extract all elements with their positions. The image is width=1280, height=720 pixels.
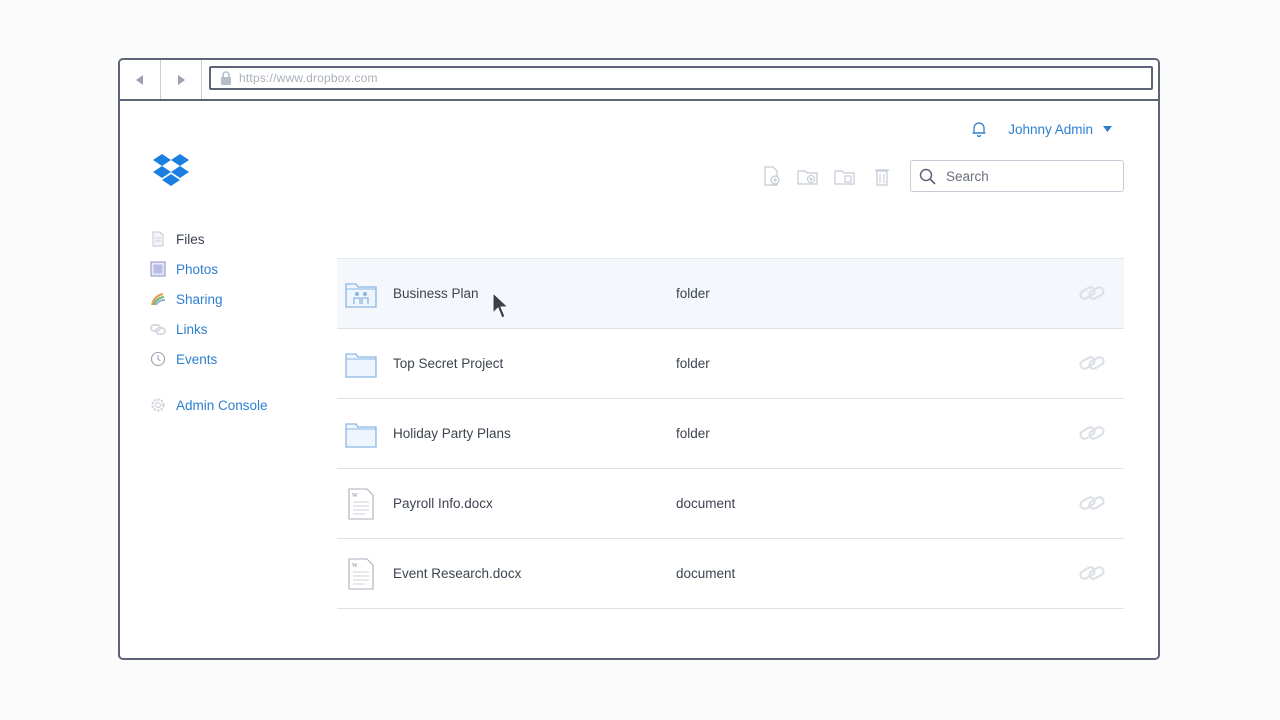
browser-toolbar: https://www.dropbox.com	[120, 60, 1158, 101]
address-bar[interactable]: https://www.dropbox.com	[209, 66, 1153, 90]
table-row[interactable]: Holiday Party Plans folder	[337, 399, 1124, 469]
sidebar-item-admin-console[interactable]: Admin Console	[150, 390, 320, 420]
sidebar: Files Photos Sharing Links Events Admin …	[150, 224, 320, 420]
svg-text:W: W	[352, 493, 358, 499]
sidebar-item-links[interactable]: Links	[150, 314, 320, 344]
svg-text:W: W	[352, 563, 358, 569]
bell-icon[interactable]	[970, 120, 988, 138]
upload-file-icon[interactable]	[760, 166, 782, 186]
sidebar-item-label: Files	[176, 231, 205, 247]
link-icon[interactable]	[1078, 282, 1106, 304]
url-text: https://www.dropbox.com	[239, 71, 378, 85]
user-bar: Johnny Admin	[970, 120, 1112, 138]
browser-window: https://www.dropbox.com Johnny Admin Sea…	[118, 58, 1160, 660]
shared-folder-icon	[345, 283, 377, 308]
file-name[interactable]: Holiday Party Plans	[393, 426, 511, 441]
link-icon[interactable]	[1078, 352, 1106, 374]
forward-arrow-icon	[178, 74, 185, 85]
chevron-down-icon[interactable]	[1103, 126, 1112, 132]
sidebar-item-sharing[interactable]: Sharing	[150, 284, 320, 314]
search-icon	[919, 168, 936, 185]
sidebar-item-label: Photos	[176, 261, 219, 277]
file-icon	[152, 231, 164, 247]
sidebar-item-events[interactable]: Events	[150, 344, 320, 374]
file-type: folder	[676, 356, 710, 371]
folder-icon	[345, 353, 377, 378]
file-type: document	[676, 566, 736, 581]
file-name[interactable]: Top Secret Project	[393, 356, 503, 371]
forward-button[interactable]	[161, 60, 202, 99]
link-icon[interactable]	[1078, 492, 1106, 514]
back-arrow-icon	[136, 74, 143, 85]
sidebar-item-label: Events	[176, 351, 218, 367]
trash-icon[interactable]	[871, 166, 893, 186]
sidebar-item-photos[interactable]: Photos	[150, 254, 320, 284]
link-icon[interactable]	[1078, 422, 1106, 444]
link-icon	[150, 324, 166, 335]
sidebar-item-label: Sharing	[176, 291, 223, 307]
lock-icon	[221, 71, 231, 85]
sidebar-item-label: Links	[176, 321, 208, 337]
file-type: folder	[676, 426, 710, 441]
file-name[interactable]: Payroll Info.docx	[393, 496, 493, 511]
new-folder-icon[interactable]	[797, 166, 819, 186]
folder-icon	[345, 423, 377, 448]
search-box[interactable]	[910, 160, 1124, 192]
file-list: Business Plan folder Top Secret Project …	[337, 258, 1124, 609]
back-button[interactable]	[120, 60, 161, 99]
table-row[interactable]: Top Secret Project folder	[337, 329, 1124, 399]
file-type: document	[676, 496, 736, 511]
file-name[interactable]: Business Plan	[393, 286, 479, 301]
sidebar-item-files[interactable]: Files	[150, 224, 320, 254]
link-icon[interactable]	[1078, 562, 1106, 584]
search-input[interactable]	[944, 167, 1108, 185]
gear-icon	[151, 398, 165, 412]
file-name[interactable]: Event Research.docx	[393, 566, 521, 581]
dropbox-logo[interactable]	[152, 154, 190, 190]
user-menu-name[interactable]: Johnny Admin	[1008, 122, 1093, 137]
table-row[interactable]: W Event Research.docx document	[337, 539, 1124, 609]
shared-folder-icon[interactable]	[834, 166, 856, 186]
document-icon: W	[348, 558, 374, 590]
table-row[interactable]: Business Plan folder	[337, 259, 1124, 329]
sharing-icon	[151, 293, 166, 306]
sidebar-item-label: Admin Console	[176, 397, 268, 413]
file-type: folder	[676, 286, 710, 301]
document-icon: W	[348, 488, 374, 520]
photo-icon	[150, 261, 166, 277]
file-actions-toolbar	[760, 166, 908, 186]
table-row[interactable]: W Payroll Info.docx document	[337, 469, 1124, 539]
clock-icon	[150, 351, 166, 367]
